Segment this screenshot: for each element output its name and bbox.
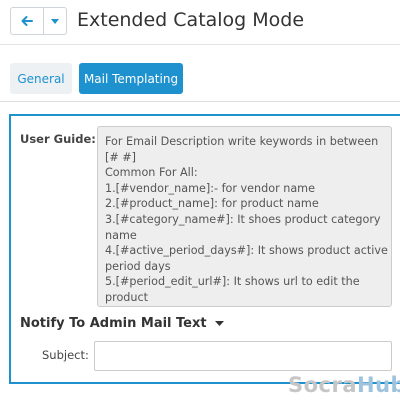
subject-label: Subject:	[42, 348, 89, 362]
user-guide-line: 4.[#active_period_days#]: It shows produ…	[105, 244, 388, 258]
user-guide-line: For Email Description write keywords in …	[105, 135, 379, 148]
caret-down-icon	[51, 18, 59, 24]
user-guide-line: name	[105, 228, 137, 242]
user-guide-line: 2.[#product_name]: for product name	[105, 197, 319, 211]
user-guide-line: 1.[#vendor_name]:- for vendor name	[105, 181, 315, 195]
header-divider	[0, 44, 400, 45]
page-title: Extended Catalog Mode	[77, 9, 305, 31]
caret-down-icon	[214, 321, 224, 326]
notify-admin-heading: Notify To Admin Mail Text	[20, 316, 207, 331]
user-guide-box: For Email Description write keywords in …	[97, 126, 392, 307]
watermark-logo: SocraHub	[288, 373, 400, 397]
watermark-part: Hub	[357, 373, 400, 397]
page-header: Extended Catalog Mode	[0, 0, 400, 44]
back-button-group	[10, 7, 67, 35]
watermark-part: Socra	[288, 373, 358, 397]
tab-general[interactable]: General	[10, 63, 72, 94]
user-guide-line: period days	[105, 259, 171, 273]
subject-input[interactable]	[94, 341, 392, 371]
tabs-divider	[0, 101, 400, 102]
user-guide-line: [# #]	[105, 150, 137, 164]
user-guide-label: User Guide:	[20, 132, 96, 146]
user-guide-line: Common For All:	[105, 166, 198, 180]
back-button[interactable]	[11, 8, 44, 34]
arrow-left-icon	[21, 16, 33, 26]
user-guide-line: 5.[#period_edit_url#]: It shows url to e…	[105, 275, 360, 289]
notify-admin-toggle[interactable]: Notify To Admin Mail Text	[20, 316, 224, 331]
user-guide-line: 3.[#category_name#]: It shoes product ca…	[105, 212, 381, 226]
history-dropdown-button[interactable]	[44, 8, 66, 34]
tab-mail-templating[interactable]: Mail Templating	[79, 63, 183, 94]
user-guide-line: product	[105, 290, 149, 304]
